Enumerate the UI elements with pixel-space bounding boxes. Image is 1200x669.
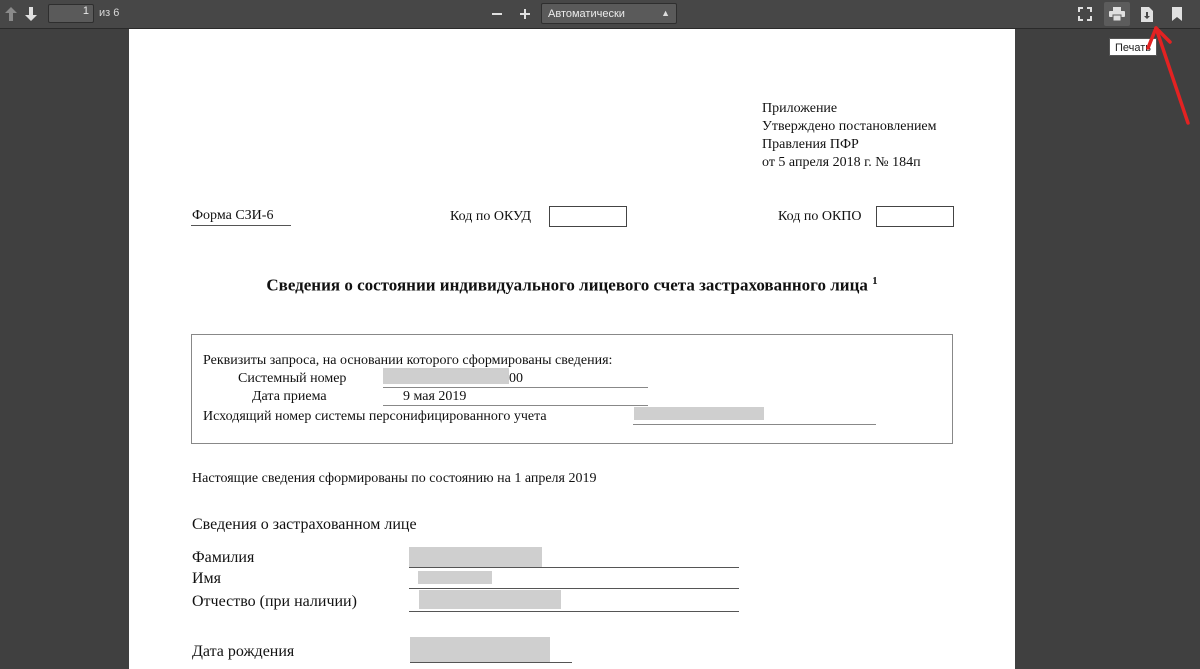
patronymic-label: Отчество (при наличии) — [192, 593, 357, 610]
okud-label: Код по ОКУД — [450, 209, 532, 224]
birth-date-label: Дата рождения — [192, 643, 295, 660]
outgoing-number-underline — [633, 424, 876, 425]
pdf-toolbar: 1 из 6 Автоматически ▲ — [0, 0, 1200, 29]
zoom-value: Автоматически — [548, 8, 625, 20]
document-title: Сведения о состоянии индивидуального лиц… — [129, 275, 1015, 296]
outgoing-number-label: Исходящий номер системы персонифицирован… — [203, 409, 547, 424]
surname-underline — [409, 567, 739, 568]
next-page-button[interactable] — [20, 3, 42, 25]
surname-label: Фамилия — [192, 549, 255, 566]
state-line: Настоящие сведения сформированы по состо… — [192, 471, 597, 486]
fullscreen-button[interactable] — [1074, 3, 1096, 25]
dropdown-arrow-icon: ▲ — [661, 8, 670, 18]
redacted-name — [418, 571, 492, 584]
page-number-input[interactable]: 1 — [48, 4, 94, 23]
system-number-label: Системный номер — [238, 371, 347, 386]
redacted-outgoing-number — [634, 407, 764, 420]
receipt-date-label: Дата приема — [252, 389, 327, 404]
fullscreen-icon — [1078, 7, 1092, 21]
approval-header: Приложение Утверждено постановлением Пра… — [762, 100, 937, 172]
document-title-text: Сведения о состоянии индивидуального лиц… — [266, 275, 868, 295]
red-arrow-annotation — [1146, 26, 1190, 125]
print-icon — [1109, 7, 1125, 21]
print-button[interactable] — [1104, 2, 1130, 26]
zoom-select[interactable]: Автоматически ▲ — [541, 3, 677, 24]
header-line: Приложение — [762, 101, 838, 116]
receipt-date-underline — [383, 405, 648, 406]
down-arrow-icon — [25, 7, 37, 21]
okpo-label: Код по ОКПО — [778, 209, 862, 224]
patronymic-underline — [409, 611, 739, 612]
okud-field — [549, 206, 627, 227]
zoom-out-icon — [492, 13, 502, 15]
zoom-in-button[interactable] — [514, 3, 536, 25]
up-arrow-icon — [5, 7, 17, 21]
redacted-surname — [409, 547, 542, 567]
form-label-underline — [191, 225, 291, 226]
system-number-suffix: 00 — [509, 371, 523, 386]
redacted-patronymic — [419, 590, 561, 609]
zoom-in-icon — [520, 9, 530, 19]
document-page: Приложение Утверждено постановлением Пра… — [129, 29, 1015, 669]
birth-date-underline — [410, 662, 572, 663]
redacted-system-number — [383, 368, 509, 384]
redacted-birth-date — [410, 637, 550, 663]
bookmark-icon — [1172, 7, 1182, 21]
title-footnote: 1 — [872, 275, 878, 287]
header-line: Правления ПФР — [762, 137, 859, 152]
system-number-underline — [383, 387, 648, 388]
header-line: от 5 апреля 2018 г. № 184п — [762, 155, 921, 170]
header-line: Утверждено постановлением — [762, 119, 937, 134]
name-label: Имя — [192, 570, 222, 587]
receipt-date-value: 9 мая 2019 — [403, 389, 467, 404]
insured-heading: Сведения о застрахованном лице — [192, 516, 417, 533]
name-underline — [409, 588, 739, 589]
okpo-field — [876, 206, 954, 227]
previous-page-button[interactable] — [0, 3, 22, 25]
zoom-out-button[interactable] — [486, 3, 508, 25]
page-total-label: из 6 — [99, 7, 120, 19]
request-heading: Реквизиты запроса, на основании которого… — [203, 353, 613, 368]
form-label: Форма СЗИ-6 — [192, 208, 274, 223]
